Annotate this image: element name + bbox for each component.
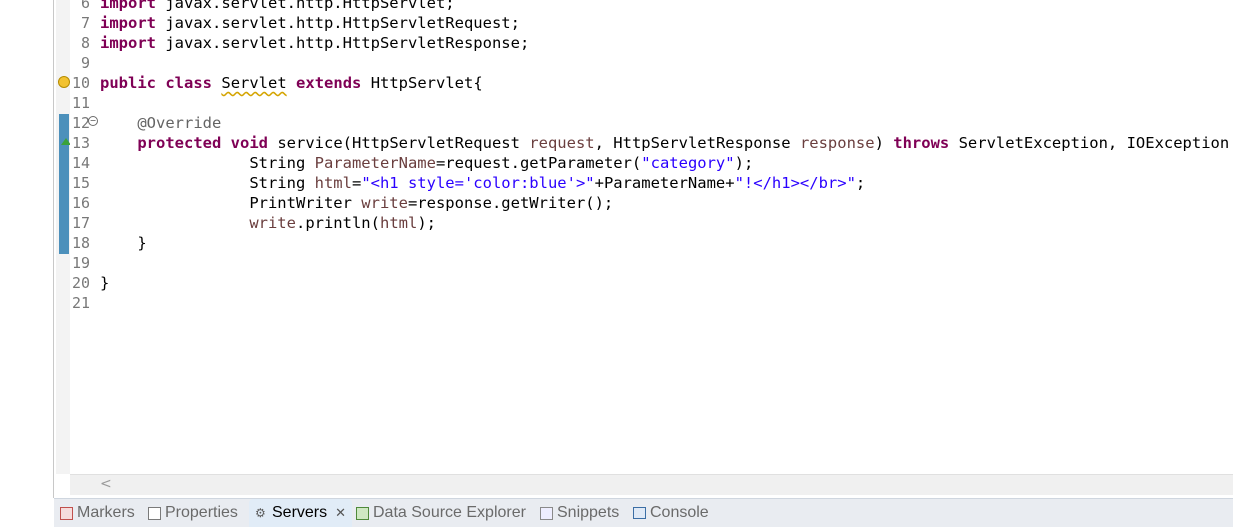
warning-lightbulb-icon[interactable] [58,76,70,88]
code-text: ); [734,154,754,172]
line-number: 12 [71,114,90,132]
keyword: import [100,0,156,12]
code-text: ) [874,134,894,152]
line-number: 17 [71,214,90,232]
markers-icon [60,506,73,520]
code-text: javax.servlet.http.HttpServlet; [156,0,455,12]
code-text: String [249,154,315,172]
code-text: PrintWriter [249,194,362,212]
local-variable: ParameterName [314,154,436,172]
code-text: service(HttpServletRequest [268,134,530,152]
close-icon[interactable]: ✕ [335,505,346,521]
line-number: 15 [71,174,90,192]
line-number: 10 [71,74,90,92]
string-literal: "category" [641,154,735,172]
tab-properties[interactable]: Properties [148,499,238,527]
tab-label: Markers [77,504,135,521]
keyword: protected [137,134,222,152]
keyword: throws [893,134,950,152]
code-line: PrintWriter write=response.getWriter(); [100,193,613,213]
code-line: import javax.servlet.http.HttpServlet; [100,0,455,13]
left-view-strip [0,0,53,526]
snippets-icon [540,506,553,520]
tab-label: Snippets [557,504,620,521]
code-text: =request.getParameter( [435,154,642,172]
tab-label: Properties [165,504,238,521]
line-number: 14 [71,154,90,172]
code-text: } [137,234,147,252]
keyword: import [100,34,156,52]
local-variable: write [361,194,408,212]
line-number: 18 [71,234,90,252]
code-line: import javax.servlet.http.HttpServletReq… [100,13,520,33]
tab-snippets[interactable]: Snippets [540,499,619,527]
line-number: 9 [80,54,90,72]
tab-label: Servers [272,504,328,521]
code-text: } [100,274,110,292]
keyword: public [100,74,156,92]
horizontal-scrollbar[interactable]: < [70,474,1233,495]
local-variable: html [314,174,352,192]
tab-servers[interactable]: ⚙ Servers ✕ [249,499,353,527]
string-literal: "!</h1></br>" [734,174,856,192]
line-number-ruler: 6 7 8 9 10 11 12 13 14 15 16 17 18 19 20… [70,0,98,474]
code-line: String html="<h1 style='color:blue'>"+Pa… [100,173,865,193]
line-number: 8 [80,34,90,52]
tab-data-source-explorer[interactable]: Data Source Explorer [356,499,526,527]
console-icon [633,507,646,519]
servers-icon: ⚙ [255,505,266,520]
parameter: request [529,134,595,152]
bottom-panel-tabbar: Markers Properties ⚙ Servers ✕ Data Sour… [54,498,1233,527]
properties-icon [148,506,161,520]
code-line: } [100,233,147,253]
line-number: 7 [80,14,90,32]
code-text: +ParameterName+ [594,174,735,192]
code-line: protected void service(HttpServletReques… [100,133,1233,153]
scroll-left-arrow-icon[interactable]: < [100,476,112,492]
string-literal: "<h1 style='color:blue'>" [361,174,595,192]
code-text: javax.servlet.http.HttpServletResponse; [156,34,530,52]
code-line: write.println(html); [100,213,436,233]
code-text: = [351,174,362,192]
change-marker [59,114,69,254]
collapse-fold-icon[interactable]: − [88,116,98,126]
annotation: @Override [137,114,222,132]
code-text: HttpServlet{ [361,74,483,92]
keyword: extends [296,74,362,92]
tab-markers[interactable]: Markers [60,499,135,527]
line-number: 16 [71,194,90,212]
code-text: =response.getWriter(); [407,194,614,212]
code-line: @Override [100,113,221,133]
tab-label: Data Source Explorer [373,504,526,521]
keyword: import [100,14,156,32]
class-name: Servlet [221,74,287,92]
tab-label: Console [650,504,709,521]
code-text: .println( [295,214,380,232]
code-text: ); [417,214,436,232]
line-number: 20 [71,274,90,292]
code-text-area[interactable]: import javax.servlet.http.HttpServlet; i… [98,0,1233,474]
code-text: , HttpServletResponse [594,134,800,152]
line-number: 19 [71,254,90,272]
line-number: 11 [71,94,90,112]
code-line: String ParameterName=request.getParamete… [100,153,753,173]
line-number: 6 [80,0,90,12]
code-line: public class Servlet extends HttpServlet… [100,73,483,93]
line-number: 21 [71,294,90,312]
data-source-explorer-icon [356,506,369,520]
keyword: void [230,134,268,152]
parameter: response [799,134,875,152]
code-text: ; [855,174,866,192]
local-variable: html [379,214,418,232]
tab-console[interactable]: Console [633,499,709,527]
line-number: 13 [71,134,90,152]
code-line: import javax.servlet.http.HttpServletRes… [100,33,529,53]
code-text: ServletException, IOException { [949,134,1233,152]
code-line: } [100,273,109,293]
keyword: class [165,74,213,92]
local-variable: write [249,214,296,232]
code-text: String [249,174,315,192]
code-text: javax.servlet.http.HttpServletRequest; [156,14,520,32]
